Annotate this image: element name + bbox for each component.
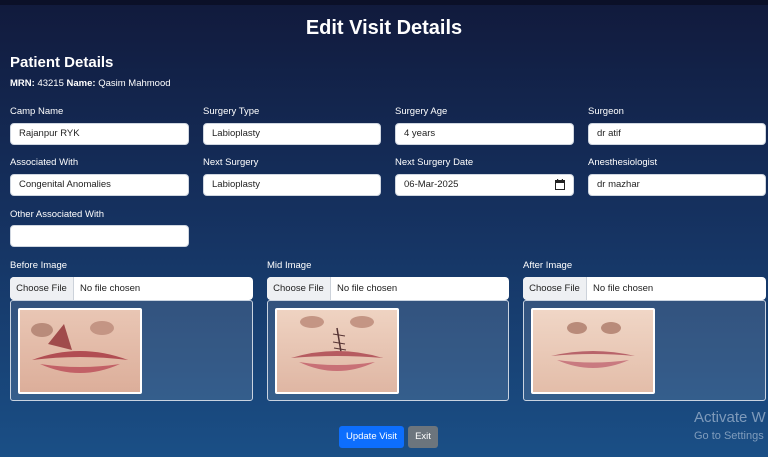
mrn-value: 43215: [37, 78, 64, 89]
next-surgery-date-input[interactable]: 06-Mar-2025: [395, 174, 574, 196]
before-photo: [18, 308, 142, 394]
after-photo: [531, 308, 655, 394]
after-image-preview: [523, 300, 766, 401]
page-title: Edit Visit Details: [305, 17, 463, 39]
next-surgery-input[interactable]: Labioplasty: [203, 174, 381, 196]
surgeon-label: Surgeon: [588, 106, 624, 117]
associated-with-label: Associated With: [10, 157, 79, 168]
surgery-type-input[interactable]: Labioplasty: [203, 123, 381, 145]
surgery-age-input[interactable]: 4 years: [395, 123, 574, 145]
mrn-label: MRN:: [10, 78, 35, 89]
calendar-icon[interactable]: [555, 179, 565, 190]
other-associated-with-label: Other Associated With: [10, 209, 104, 220]
after-image-label: After Image: [523, 260, 573, 271]
exit-button[interactable]: Exit: [408, 426, 438, 448]
after-file-status: No file chosen: [593, 283, 654, 294]
mid-choose-file-button[interactable]: Choose File: [267, 277, 331, 300]
after-image-file-input[interactable]: Choose File No file chosen: [523, 277, 766, 300]
before-file-status: No file chosen: [80, 283, 141, 294]
next-surgery-label: Next Surgery: [203, 157, 259, 168]
before-image-label: Before Image: [10, 260, 68, 271]
surgeon-input[interactable]: dr atif: [588, 123, 766, 145]
before-choose-file-button[interactable]: Choose File: [10, 277, 74, 300]
surgery-type-label: Surgery Type: [203, 106, 260, 117]
anesthesiologist-input[interactable]: dr mazhar: [588, 174, 766, 196]
before-image-file-input[interactable]: Choose File No file chosen: [10, 277, 253, 300]
activation-watermark-subtitle: Go to Settings: [694, 430, 764, 442]
patient-meta: MRN: 43215 Name: Qasim Mahmood: [10, 78, 171, 89]
top-border: [0, 0, 768, 5]
update-visit-button[interactable]: Update Visit: [339, 426, 404, 448]
other-associated-with-input[interactable]: [10, 225, 189, 247]
next-surgery-date-value: 06-Mar-2025: [404, 179, 459, 190]
mid-image-file-input[interactable]: Choose File No file chosen: [267, 277, 509, 300]
patient-name: Qasim Mahmood: [98, 78, 171, 89]
surgery-age-label: Surgery Age: [395, 106, 448, 117]
next-surgery-date-label: Next Surgery Date: [395, 157, 474, 168]
associated-with-input[interactable]: Congenital Anomalies: [10, 174, 189, 196]
before-image-preview: [10, 300, 253, 401]
camp-name-input[interactable]: Rajanpur RYK: [10, 123, 189, 145]
patient-details-heading: Patient Details: [10, 54, 114, 71]
camp-name-label: Camp Name: [10, 106, 64, 117]
name-label: Name:: [66, 78, 96, 89]
anesthesiologist-label: Anesthesiologist: [588, 157, 658, 168]
mid-file-status: No file chosen: [337, 283, 398, 294]
after-choose-file-button[interactable]: Choose File: [523, 277, 587, 300]
mid-image-preview: [267, 300, 509, 401]
mid-image-label: Mid Image: [267, 260, 312, 271]
mid-photo: [275, 308, 399, 394]
activation-watermark-title: Activate W: [694, 409, 766, 426]
